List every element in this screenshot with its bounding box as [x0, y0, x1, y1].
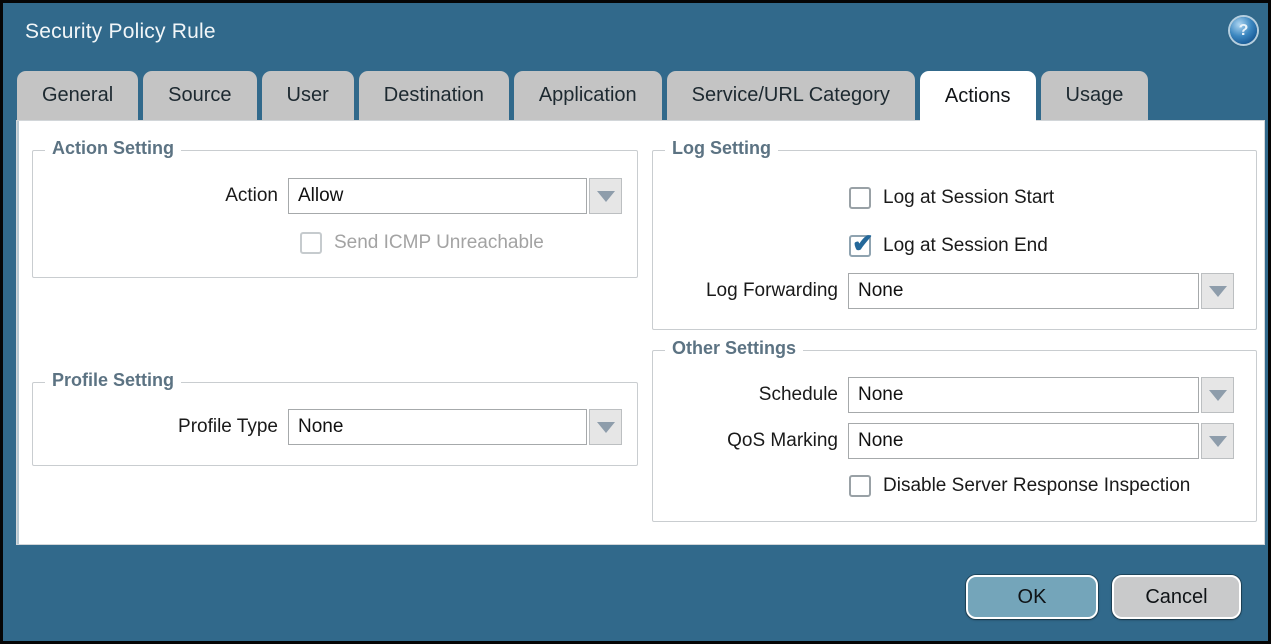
tab-general[interactable]: General [17, 71, 138, 120]
log-session-end-row: Log at Session End [849, 235, 1256, 257]
tab-usage[interactable]: Usage [1041, 71, 1149, 120]
qos-marking-label: QoS Marking [653, 430, 848, 452]
send-icmp-unreachable-label: Send ICMP Unreachable [334, 232, 544, 254]
profile-type-dropdown[interactable]: None [288, 409, 622, 445]
profile-type-dropdown-value[interactable]: None [288, 409, 587, 445]
schedule-dropdown[interactable]: None [848, 377, 1234, 413]
action-dropdown-value[interactable]: Allow [288, 178, 587, 214]
log-forwarding-label: Log Forwarding [653, 280, 848, 302]
log-forwarding-dropdown[interactable]: None [848, 273, 1234, 309]
security-policy-rule-dialog: Security Policy Rule ? General Source Us… [0, 0, 1271, 644]
action-label: Action [33, 185, 288, 207]
tab-user[interactable]: User [262, 71, 354, 120]
dialog-title: Security Policy Rule [25, 20, 216, 44]
log-forwarding-dropdown-value[interactable]: None [848, 273, 1199, 309]
action-dropdown[interactable]: Allow [288, 178, 622, 214]
tab-service-url-category[interactable]: Service/URL Category [667, 71, 915, 120]
help-icon[interactable]: ? [1230, 17, 1257, 44]
schedule-dropdown-button[interactable] [1201, 377, 1234, 413]
tab-destination[interactable]: Destination [359, 71, 509, 120]
qos-marking-dropdown-value[interactable]: None [848, 423, 1199, 459]
profile-type-label: Profile Type [33, 416, 288, 438]
schedule-row: Schedule None [653, 377, 1256, 413]
tab-actions[interactable]: Actions [920, 71, 1036, 122]
other-settings-legend: Other Settings [665, 338, 803, 359]
other-settings-fieldset: Other Settings Schedule None QoS Marking… [652, 350, 1257, 522]
tab-bar: General Source User Destination Applicat… [17, 71, 1153, 122]
chevron-down-icon [1209, 436, 1227, 447]
profile-type-dropdown-button[interactable] [589, 409, 622, 445]
disable-server-response-inspection-label: Disable Server Response Inspection [883, 475, 1190, 497]
schedule-label: Schedule [653, 384, 848, 406]
chevron-down-icon [1209, 286, 1227, 297]
tab-application[interactable]: Application [514, 71, 662, 120]
icmp-row: Send ICMP Unreachable [300, 232, 637, 254]
qos-marking-dropdown[interactable]: None [848, 423, 1234, 459]
log-forwarding-row: Log Forwarding None [653, 273, 1256, 309]
log-setting-fieldset: Log Setting Log at Session Start Log at … [652, 150, 1257, 330]
tab-source[interactable]: Source [143, 71, 256, 120]
log-at-session-end-checkbox[interactable] [849, 235, 871, 257]
log-at-session-start-label: Log at Session Start [883, 187, 1054, 209]
schedule-dropdown-value[interactable]: None [848, 377, 1199, 413]
chevron-down-icon [597, 422, 615, 433]
qos-marking-row: QoS Marking None [653, 423, 1256, 459]
log-session-start-row: Log at Session Start [849, 187, 1256, 209]
disable-server-response-inspection-checkbox[interactable] [849, 475, 871, 497]
log-at-session-start-checkbox[interactable] [849, 187, 871, 209]
chevron-down-icon [1209, 390, 1227, 401]
action-setting-legend: Action Setting [45, 138, 181, 159]
profile-setting-legend: Profile Setting [45, 370, 181, 391]
log-setting-legend: Log Setting [665, 138, 778, 159]
send-icmp-unreachable-checkbox [300, 232, 322, 254]
help-icon-glyph: ? [1239, 22, 1249, 40]
profile-type-row: Profile Type None [33, 409, 637, 445]
log-at-session-end-label: Log at Session End [883, 235, 1048, 257]
cancel-button[interactable]: Cancel [1112, 575, 1241, 619]
dsri-row: Disable Server Response Inspection [849, 475, 1256, 497]
log-forwarding-dropdown-button[interactable] [1201, 273, 1234, 309]
action-setting-fieldset: Action Setting Action Allow Send ICMP Un… [32, 150, 638, 278]
chevron-down-icon [597, 191, 615, 202]
tab-content-panel: Action Setting Action Allow Send ICMP Un… [16, 120, 1265, 545]
qos-marking-dropdown-button[interactable] [1201, 423, 1234, 459]
action-row: Action Allow [33, 178, 637, 214]
action-dropdown-button[interactable] [589, 178, 622, 214]
ok-button[interactable]: OK [966, 575, 1098, 619]
profile-setting-fieldset: Profile Setting Profile Type None [32, 382, 638, 466]
